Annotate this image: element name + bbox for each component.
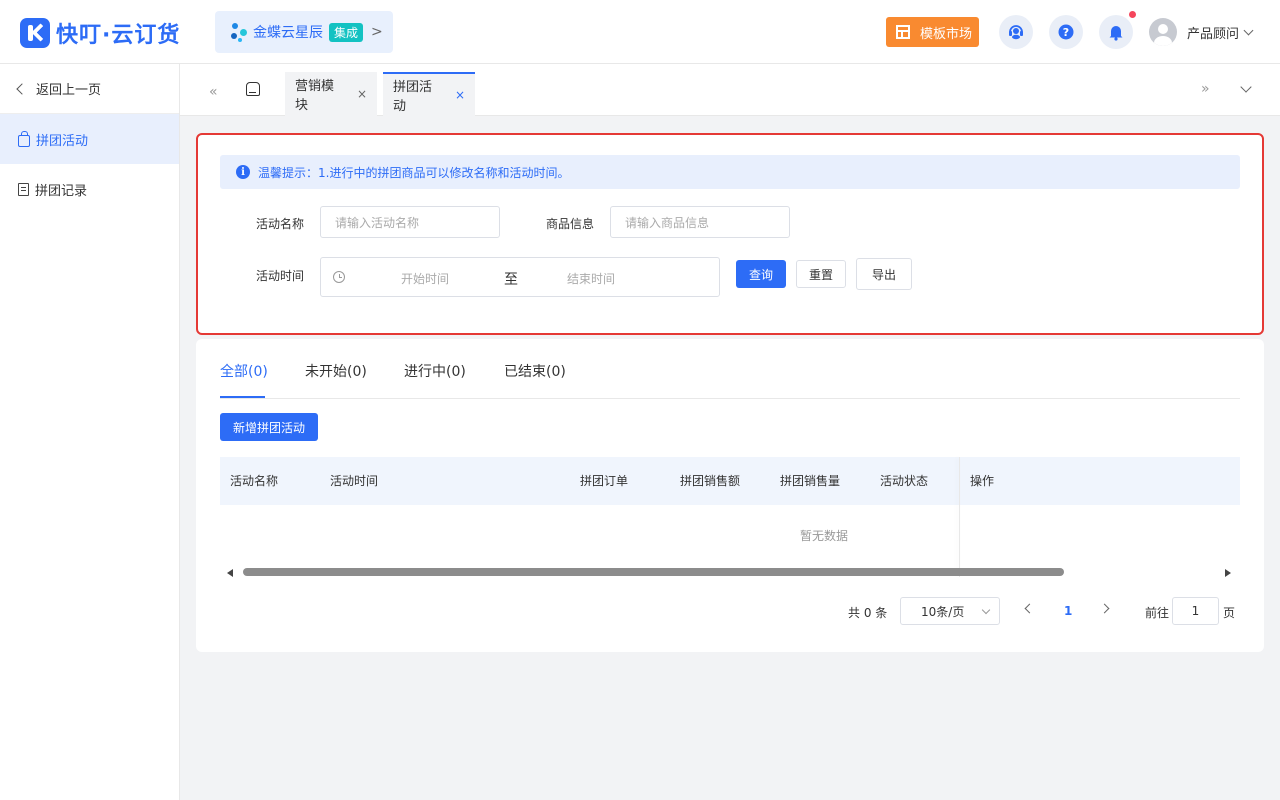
close-icon[interactable]: ×	[455, 88, 465, 102]
add-group-buy-button[interactable]: 新增拼团活动	[220, 413, 318, 441]
brand-name: 快叮·云订货	[56, 23, 181, 48]
goto-label: 前往	[1145, 606, 1170, 620]
back-button[interactable]: 返回上一页	[0, 64, 179, 114]
avatar	[1149, 18, 1177, 46]
user-name: 产品顾问	[1187, 26, 1240, 42]
notifications-button[interactable]	[1099, 15, 1133, 49]
shopping-bag-icon	[18, 130, 30, 147]
chevron-right-icon: >	[371, 24, 383, 40]
activity-table: 活动名称 活动时间 拼团订单 拼团销售额 拼团销售量 活动状态 操作 暂无数据	[220, 457, 1240, 577]
pagination-total: 共 0 条	[848, 606, 888, 620]
activity-time-label: 活动时间	[256, 269, 305, 283]
user-menu[interactable]: 产品顾问	[1149, 18, 1254, 46]
fixed-column-divider	[959, 457, 960, 577]
column-header: 拼团销售量	[780, 474, 841, 488]
goods-info-placeholder: 请输入商品信息	[625, 215, 710, 230]
next-page-icon[interactable]	[1099, 603, 1110, 614]
tab-bar: « 营销模块 × 拼团活动 × »	[180, 64, 1280, 116]
column-header: 操作	[970, 474, 995, 488]
activity-name-label: 活动名称	[256, 217, 305, 231]
close-icon[interactable]: ×	[357, 87, 367, 101]
top-header: 快叮·云订货 金蝶云星辰 集成 > 模板市场 ? 产品顾问	[0, 0, 1280, 64]
chevron-left-icon	[16, 82, 28, 95]
start-time-input[interactable]: 开始时间	[401, 270, 449, 287]
template-market-label: 模板市场	[920, 26, 973, 42]
list-panel: 全部(0) 未开始(0) 进行中(0) 已结束(0) 新增拼团活动 活动名称 活…	[196, 339, 1264, 652]
help-icon: ?	[1058, 24, 1074, 40]
template-icon	[896, 25, 910, 39]
filter-panel: i 温馨提示：1.进行中的拼团商品可以修改名称和活动时间。 活动名称 请输入活动…	[196, 133, 1264, 335]
chevron-down-icon	[981, 605, 991, 615]
sidebar-item-label: 拼团活动	[36, 133, 89, 149]
table-header: 活动名称 活动时间 拼团订单 拼团销售额 拼团销售量 活动状态 操作	[220, 457, 1240, 505]
notice-text: 温馨提示：1.进行中的拼团商品可以修改名称和活动时间。	[258, 165, 570, 180]
goods-info-label: 商品信息	[546, 217, 595, 231]
activity-name-placeholder: 请输入活动名称	[335, 215, 420, 230]
column-header: 活动名称	[230, 474, 279, 488]
kingdee-integration-button[interactable]: 金蝶云星辰 集成 >	[215, 11, 393, 53]
tab-group-buy-activity[interactable]: 拼团活动 ×	[383, 72, 475, 116]
query-button[interactable]: 查询	[736, 260, 786, 288]
customer-service-icon	[1009, 25, 1023, 40]
prev-page-icon[interactable]	[1024, 603, 1035, 614]
template-market-button[interactable]: 模板市场	[886, 17, 979, 47]
goto-page-input[interactable]: 1	[1172, 597, 1219, 625]
activity-name-input[interactable]: 请输入活动名称	[320, 206, 500, 238]
end-time-input[interactable]: 结束时间	[567, 270, 615, 287]
tab-all[interactable]: 全部(0)	[220, 361, 268, 381]
activity-time-range-picker[interactable]: 开始时间 至 结束时间	[320, 257, 720, 297]
column-header: 活动时间	[330, 474, 379, 488]
goods-info-input[interactable]: 请输入商品信息	[610, 206, 790, 238]
column-header: 拼团销售额	[680, 474, 741, 488]
scroll-tabs-left-icon[interactable]: «	[209, 84, 217, 100]
kingdee-name: 金蝶云星辰	[253, 25, 323, 41]
tab-marketing-module[interactable]: 营销模块 ×	[285, 72, 377, 116]
notification-dot	[1129, 11, 1136, 18]
status-tabs: 全部(0) 未开始(0) 进行中(0) 已结束(0)	[220, 339, 1240, 399]
bell-icon	[1109, 26, 1123, 41]
tab-ended[interactable]: 已结束(0)	[504, 361, 566, 381]
scroll-right-icon[interactable]	[1225, 569, 1231, 577]
current-page[interactable]: 1	[1064, 604, 1072, 618]
sidebar-item-group-buy-records[interactable]: 拼团记录	[0, 164, 179, 214]
range-separator: 至	[504, 272, 518, 288]
document-icon	[18, 182, 29, 196]
sidebar-item-label: 拼团记录	[35, 183, 88, 199]
home-icon[interactable]	[246, 82, 260, 96]
clock-icon	[333, 271, 345, 283]
column-header: 活动状态	[880, 474, 929, 488]
kingdee-logo-icon	[229, 22, 249, 42]
brand-logo-icon	[20, 18, 50, 48]
back-label: 返回上一页	[36, 83, 102, 98]
info-icon: i	[236, 165, 250, 179]
horizontal-scrollbar[interactable]	[220, 567, 1240, 579]
empty-state: 暂无数据	[220, 505, 1240, 563]
help-button[interactable]: ?	[1049, 15, 1083, 49]
tab-in-progress[interactable]: 进行中(0)	[404, 361, 466, 381]
sidebar-item-group-buy-activity[interactable]: 拼团活动	[0, 114, 179, 164]
scroll-left-icon[interactable]	[227, 569, 233, 577]
brand-logo[interactable]: 快叮·云订货	[20, 17, 180, 49]
reset-button[interactable]: 重置	[796, 260, 846, 288]
page-size-select[interactable]: 10条/页	[900, 597, 1000, 625]
tab-not-started[interactable]: 未开始(0)	[305, 361, 367, 381]
integration-badge: 集成	[329, 22, 364, 42]
column-header: 拼团订单	[580, 474, 629, 488]
svg-text:?: ?	[1063, 26, 1069, 39]
notice-banner: i 温馨提示：1.进行中的拼团商品可以修改名称和活动时间。	[220, 155, 1240, 189]
tab-menu-chevron-down-icon[interactable]	[1240, 81, 1252, 93]
scroll-tabs-right-icon[interactable]: »	[1201, 81, 1209, 97]
active-tab-indicator	[220, 396, 265, 398]
page-size-value: 10条/页	[921, 604, 965, 619]
chevron-down-icon	[1243, 25, 1254, 35]
page-unit-label: 页	[1223, 606, 1236, 620]
customer-service-button[interactable]	[999, 15, 1033, 49]
tab-label: 拼团活动	[393, 80, 433, 114]
tab-label: 营销模块	[295, 79, 335, 113]
empty-text: 暂无数据	[800, 529, 849, 543]
sidebar: 返回上一页 拼团活动 拼团记录	[0, 64, 180, 800]
export-button[interactable]: 导出	[856, 258, 912, 290]
scrollbar-thumb[interactable]	[243, 568, 1064, 576]
